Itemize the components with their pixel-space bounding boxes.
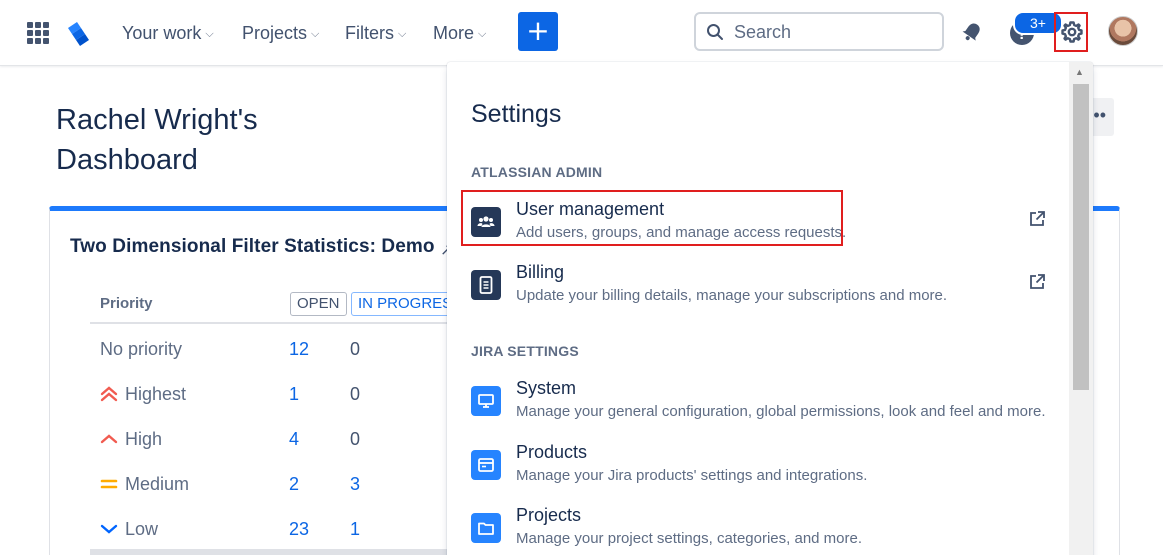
scrollbar-thumb[interactable] — [1073, 84, 1089, 390]
folder-icon — [471, 513, 501, 543]
menu-item-projects[interactable]: Projects Manage your project settings, c… — [447, 505, 1067, 555]
jira-logo-icon[interactable] — [65, 20, 91, 46]
chevron-down-icon: ⌵ — [398, 28, 407, 40]
table-row: Low — [100, 517, 158, 541]
search-box[interactable] — [694, 12, 944, 51]
monitor-icon — [471, 386, 501, 416]
menu-item-system[interactable]: System Manage your general configuration… — [447, 378, 1067, 434]
external-link-icon — [1030, 211, 1045, 226]
status-in-progress-header: IN PROGRESS — [351, 292, 451, 316]
create-button[interactable]: + — [518, 12, 558, 51]
priority-label: High — [125, 429, 163, 449]
menu-item-user-management[interactable]: User management Add users, groups, and m… — [447, 199, 1067, 255]
external-link-icon — [1030, 274, 1045, 289]
settings-title: Settings — [471, 100, 562, 128]
app-switcher-icon[interactable] — [27, 22, 49, 44]
high-priority-icon — [100, 434, 118, 444]
page-title: Rachel Wright's Dashboard — [56, 104, 258, 176]
menu-item-title: Products — [516, 442, 588, 462]
nav-projects[interactable]: Projects ⌵ — [242, 21, 319, 45]
open-count-link[interactable]: 2 — [289, 472, 299, 496]
menu-item-description: Add users, groups, and manage access req… — [516, 224, 847, 241]
nav-more[interactable]: More ⌵ — [433, 21, 486, 45]
gadget-title[interactable]: Two Dimensional Filter Statistics: Demo — [70, 236, 435, 258]
settings-dropdown: Settings ATLASSIAN ADMIN User management… — [447, 62, 1093, 555]
menu-item-billing[interactable]: Billing Update your billing details, man… — [447, 262, 1067, 318]
section-heading-atlassian-admin: ATLASSIAN ADMIN — [471, 164, 603, 180]
open-count-link[interactable]: 4 — [289, 427, 299, 451]
search-icon — [707, 24, 723, 40]
in-progress-count-link[interactable]: 1 — [350, 517, 360, 541]
table-row: Highest — [100, 382, 186, 406]
low-priority-icon — [100, 524, 118, 534]
chevron-down-icon: ⌵ — [311, 28, 320, 40]
menu-item-description: Update your billing details, manage your… — [516, 287, 948, 304]
menu-item-title: User management — [516, 199, 665, 219]
nav-your-work-label: Your work — [122, 23, 202, 43]
medium-priority-icon — [100, 479, 118, 489]
table-header-divider — [90, 322, 450, 324]
open-count-link[interactable]: 1 — [289, 382, 299, 406]
settings-button[interactable] — [1054, 12, 1088, 52]
in-progress-count-link[interactable]: 3 — [350, 472, 360, 496]
chevron-down-icon: ⌵ — [205, 28, 214, 40]
user-avatar[interactable] — [1108, 16, 1138, 46]
priority-label: Highest — [125, 384, 187, 404]
priority-label: Low — [125, 519, 159, 539]
menu-item-description: Manage your Jira products' settings and … — [516, 467, 868, 484]
nav-your-work[interactable]: Your work ⌵ — [122, 21, 214, 45]
priority-label: No priority — [100, 339, 183, 359]
top-navigation: Your work⌵ Projects⌵ Filters⌵ More⌵ + ? … — [0, 0, 1163, 66]
in-progress-count: 0 — [350, 429, 361, 449]
table-footer-divider — [90, 549, 450, 555]
menu-item-title: Projects — [516, 505, 582, 525]
open-count-link[interactable]: 12 — [289, 337, 309, 361]
priority-label: Medium — [125, 474, 190, 494]
menu-item-description: Manage your general configuration, globa… — [516, 403, 1046, 420]
table-row: No priority — [100, 337, 182, 361]
chevron-down-icon: ⌵ — [478, 28, 487, 40]
scroll-up-arrow-icon[interactable]: ▲ — [1075, 67, 1084, 77]
people-icon — [471, 207, 501, 237]
section-heading-jira-settings: JIRA SETTINGS — [471, 343, 579, 359]
menu-item-products[interactable]: Products Manage your Jira products' sett… — [447, 442, 1067, 498]
open-count-link[interactable]: 23 — [289, 517, 309, 541]
notifications-bell-icon[interactable] — [960, 20, 984, 44]
nav-projects-label: Projects — [242, 23, 308, 43]
menu-item-title: Billing — [516, 262, 565, 282]
status-open-header: OPEN — [290, 292, 347, 316]
in-progress-count: 0 — [350, 384, 361, 404]
nav-filters[interactable]: Filters ⌵ — [345, 21, 406, 45]
receipt-icon — [471, 270, 501, 300]
gear-icon — [1061, 21, 1083, 43]
table-row: High — [100, 427, 162, 451]
nav-filters-label: Filters — [345, 23, 394, 43]
priority-column-header: Priority — [100, 295, 153, 312]
menu-item-title: System — [516, 378, 577, 398]
in-progress-count: 0 — [350, 339, 361, 359]
nav-more-label: More — [433, 23, 475, 43]
window-icon — [471, 450, 501, 480]
search-input[interactable] — [734, 20, 930, 44]
menu-item-description: Manage your project settings, categories… — [516, 530, 863, 547]
highest-priority-icon — [100, 386, 118, 402]
table-row: Medium — [100, 472, 189, 496]
